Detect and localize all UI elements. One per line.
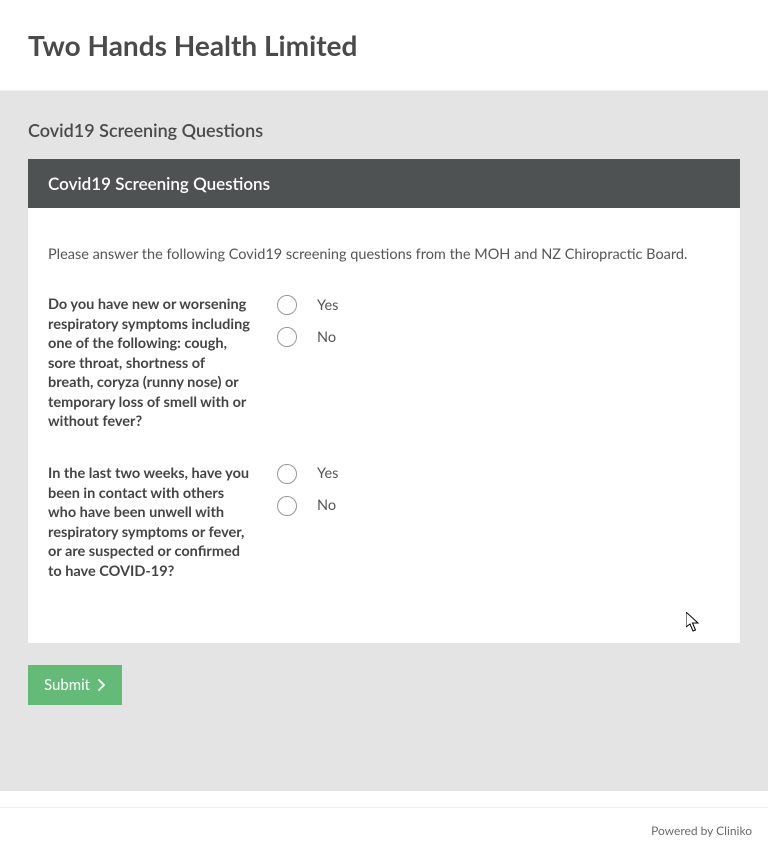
- main-section: Covid19 Screening Questions Covid19 Scre…: [0, 91, 768, 791]
- question-2-text: In the last two weeks, have you been in …: [48, 464, 253, 581]
- option-label-no: No: [317, 497, 336, 514]
- form-header: Covid19 Screening Questions: [28, 159, 740, 208]
- option-label-yes: Yes: [317, 465, 338, 482]
- section-title: Covid19 Screening Questions: [28, 119, 740, 141]
- submit-label: Submit: [44, 676, 90, 694]
- question-2-option-no[interactable]: No: [277, 496, 338, 516]
- question-1-options: Yes No: [277, 295, 338, 347]
- footer-section: Powered by Cliniko: [0, 807, 768, 851]
- question-1: Do you have new or worsening respiratory…: [48, 295, 720, 432]
- option-label-yes: Yes: [317, 297, 338, 314]
- question-2-options: Yes No: [277, 464, 338, 516]
- option-label-no: No: [317, 329, 336, 346]
- question-1-option-yes[interactable]: Yes: [277, 295, 338, 315]
- question-1-option-no[interactable]: No: [277, 327, 338, 347]
- radio-icon[interactable]: [277, 496, 297, 516]
- header-section: Two Hands Health Limited: [0, 0, 768, 91]
- chevron-right-icon: [98, 679, 106, 691]
- form-card: Covid19 Screening Questions Please answe…: [28, 159, 740, 643]
- form-body: Please answer the following Covid19 scre…: [28, 208, 740, 643]
- submit-button[interactable]: Submit: [28, 665, 122, 705]
- form-intro: Please answer the following Covid19 scre…: [48, 246, 720, 263]
- question-2-option-yes[interactable]: Yes: [277, 464, 338, 484]
- radio-icon[interactable]: [277, 327, 297, 347]
- company-title: Two Hands Health Limited: [28, 28, 740, 62]
- question-1-text: Do you have new or worsening respiratory…: [48, 295, 253, 432]
- powered-by-text: Powered by Cliniko: [651, 823, 752, 838]
- radio-icon[interactable]: [277, 295, 297, 315]
- radio-icon[interactable]: [277, 464, 297, 484]
- question-2: In the last two weeks, have you been in …: [48, 464, 720, 581]
